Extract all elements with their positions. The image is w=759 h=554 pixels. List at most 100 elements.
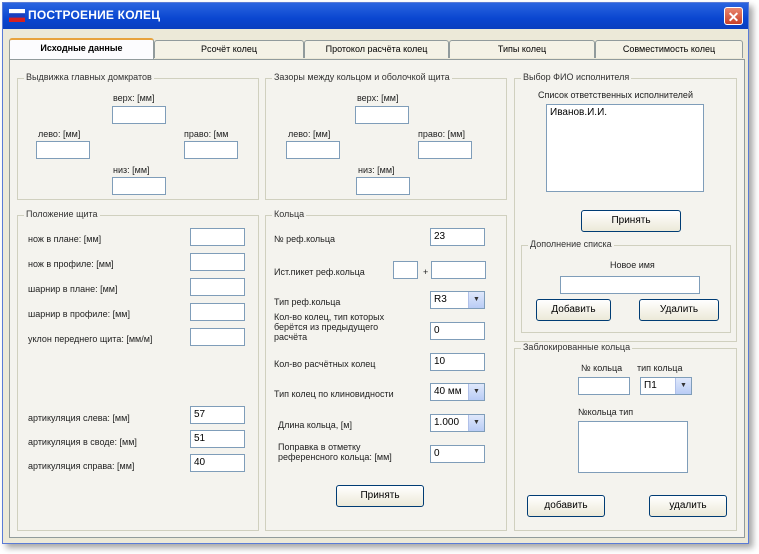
chevron-down-icon[interactable]: ▼ <box>468 415 484 431</box>
selected-value: R3 <box>434 294 447 305</box>
top-label: верх: [мм] <box>113 93 155 103</box>
blocked-list-header: №кольца тип <box>578 407 634 417</box>
close-button[interactable]: ✕ <box>724 7 743 25</box>
ref-picket-input-a[interactable] <box>393 261 418 279</box>
jack-right-input[interactable] <box>184 141 238 159</box>
ref-ring-type-select[interactable]: R3 ▼ <box>430 291 485 309</box>
gap-left-input[interactable] <box>286 141 340 159</box>
ref-ring-number-label: № реф.кольца <box>274 234 336 244</box>
articulation-right-label: артикуляция справа: [мм] <box>28 461 135 471</box>
ref-ring-correction-label: Поправка в отметку референсного кольца: … <box>278 442 392 462</box>
gap-top-input[interactable] <box>355 106 409 124</box>
jack-bottom-input[interactable] <box>112 177 166 195</box>
bottom-label: низ: [мм] <box>358 165 395 175</box>
tab-calculation-protocol[interactable]: Протокол расчёта колец <box>304 40 449 58</box>
gap-right-input[interactable] <box>418 141 472 159</box>
ref-picket-label: Ист.пикет реф.кольца <box>274 267 365 277</box>
chevron-down-icon[interactable]: ▼ <box>675 378 691 394</box>
ring-type-label: тип кольца <box>637 363 683 373</box>
prev-calc-count-input[interactable]: 0 <box>430 322 485 340</box>
group-title: Дополнение списка <box>528 239 614 249</box>
group-title: Зазоры между кольцом и оболочкой щита <box>272 72 452 82</box>
new-name-input[interactable] <box>560 276 700 294</box>
selected-value: 40 мм <box>434 386 462 397</box>
tab-ring-types[interactable]: Типы колец <box>449 40 595 58</box>
picket-plus-label: + <box>423 267 429 277</box>
executor-listbox[interactable]: Иванов.И.И. <box>546 104 704 192</box>
right-label: право: [мм] <box>418 129 465 139</box>
selected-value: П1 <box>644 380 657 391</box>
front-slope-input[interactable] <box>190 328 245 346</box>
knife-profile-label: нож в профиле: [мм] <box>28 259 114 269</box>
group-rings: Кольца № реф.кольца 23 Ист.пикет реф.кол… <box>265 209 507 531</box>
left-label: лево: [мм] <box>288 129 331 139</box>
tab-panel-source-data: Выдвижка главных домкратов верх: [мм] ле… <box>9 59 745 538</box>
taper-type-select[interactable]: 40 мм ▼ <box>430 383 485 401</box>
ring-number-label: № кольца <box>581 363 623 373</box>
app-flag-icon <box>9 9 25 22</box>
rings-accept-button[interactable]: Принять <box>336 485 424 507</box>
jack-left-input[interactable] <box>36 141 90 159</box>
taper-type-label: Тип колец по клиновидности <box>274 389 394 399</box>
group-blocked-rings: Заблокированные кольца № кольца тип коль… <box>514 342 737 531</box>
delete-name-button[interactable]: Удалить <box>639 299 719 321</box>
hinge-profile-label: шарнир в профиле: [мм] <box>28 309 130 319</box>
left-label: лево: [мм] <box>38 129 81 139</box>
title-bar[interactable]: ПОСТРОЕНИЕ КОЛЕЦ ✕ <box>3 3 748 29</box>
group-ring-shield-gaps: Зазоры между кольцом и оболочкой щита ве… <box>265 72 507 200</box>
gap-bottom-input[interactable] <box>356 177 410 195</box>
blocked-ring-type-select[interactable]: П1 ▼ <box>640 377 692 395</box>
tab-ring-compatibility[interactable]: Совместимость колец <box>595 40 743 58</box>
chevron-down-icon[interactable]: ▼ <box>468 384 484 400</box>
jack-top-input[interactable] <box>112 106 166 124</box>
ring-length-label: Длина кольца, [м] <box>278 420 352 430</box>
selected-value: 1.000 <box>434 417 460 428</box>
articulation-left-label: артикуляция слева: [мм] <box>28 413 130 423</box>
articulation-crown-label: артикуляция в своде: [мм] <box>28 437 137 447</box>
blocked-ring-number-input[interactable] <box>578 377 630 395</box>
executor-list-label: Список ответственных исполнителей <box>538 90 693 100</box>
prev-calc-count-label: Кол-во колец, тип которых берётся из пре… <box>274 312 385 342</box>
calc-count-input[interactable]: 10 <box>430 353 485 371</box>
knife-profile-input[interactable] <box>190 253 245 271</box>
right-label: право: [мм <box>184 129 229 139</box>
chevron-down-icon[interactable]: ▼ <box>468 292 484 308</box>
delete-blocked-ring-button[interactable]: удалить <box>649 495 727 517</box>
add-blocked-ring-button[interactable]: добавить <box>527 495 605 517</box>
top-label: верх: [мм] <box>357 93 399 103</box>
ring-length-select[interactable]: 1.000 ▼ <box>430 414 485 432</box>
articulation-left-input[interactable]: 57 <box>190 406 245 424</box>
ref-picket-input-b[interactable] <box>431 261 486 279</box>
calc-count-label: Кол-во расчётных колец <box>274 359 376 369</box>
group-main-jacks: Выдвижка главных домкратов верх: [мм] ле… <box>17 72 259 200</box>
group-shield-position: Положение щита нож в плане: [мм] нож в п… <box>17 209 259 531</box>
group-add-to-list: Дополнение списка Новое имя Добавить Уда… <box>521 239 731 333</box>
new-name-label: Новое имя <box>610 260 655 270</box>
tab-source-data[interactable]: Исходные данные <box>9 38 154 59</box>
list-item[interactable]: Иванов.И.И. <box>550 107 700 118</box>
ref-ring-type-label: Тип реф.кольца <box>274 297 341 307</box>
articulation-right-input[interactable]: 40 <box>190 454 245 472</box>
add-name-button[interactable]: Добавить <box>536 299 611 321</box>
hinge-plan-input[interactable] <box>190 278 245 296</box>
group-title: Положение щита <box>24 209 100 219</box>
main-window: ПОСТРОЕНИЕ КОЛЕЦ ✕ Исходные данные Рсочё… <box>2 2 749 544</box>
tab-ring-calculation[interactable]: Рсочёт колец <box>154 40 304 58</box>
bottom-label: низ: [мм] <box>113 165 150 175</box>
hinge-profile-input[interactable] <box>190 303 245 321</box>
group-title: Выдвижка главных домкратов <box>24 72 154 82</box>
group-executor-select: Выбор ФИО исполнителя Список ответственн… <box>514 72 737 342</box>
blocked-rings-listbox[interactable] <box>578 421 688 473</box>
ref-ring-correction-input[interactable]: 0 <box>430 445 485 463</box>
knife-plan-label: нож в плане: [мм] <box>28 234 102 244</box>
group-title: Заблокированные кольца <box>521 342 633 352</box>
hinge-plan-label: шарнир в плане: [мм] <box>28 284 118 294</box>
executor-accept-button[interactable]: Принять <box>581 210 681 232</box>
front-slope-label: уклон переднего щита: [мм/м] <box>28 334 153 344</box>
knife-plan-input[interactable] <box>190 228 245 246</box>
articulation-crown-input[interactable]: 51 <box>190 430 245 448</box>
window-title: ПОСТРОЕНИЕ КОЛЕЦ <box>28 8 161 22</box>
group-title: Кольца <box>272 209 307 219</box>
ref-ring-number-input[interactable]: 23 <box>430 228 485 246</box>
group-title: Выбор ФИО исполнителя <box>521 72 632 82</box>
